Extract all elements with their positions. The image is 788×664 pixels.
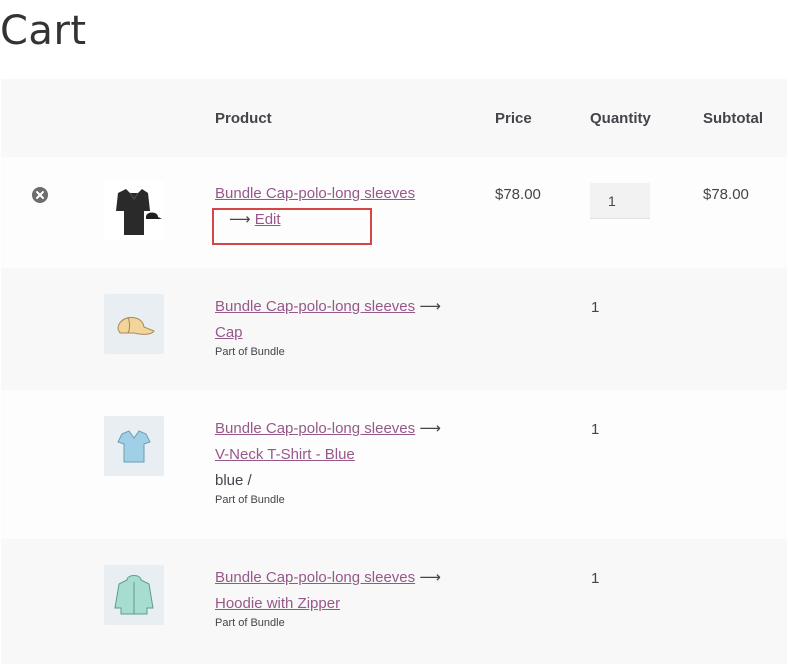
part-of-bundle-label: Part of Bundle (215, 617, 285, 629)
part-of-bundle-label: Part of Bundle (215, 494, 285, 506)
parent-bundle-link[interactable]: Bundle Cap-polo-long sleeves (215, 420, 415, 437)
cap-thumbnail[interactable] (104, 294, 164, 354)
table-row: Bundle Cap-polo-long sleeves ⟶ Cap Part … (1, 268, 787, 390)
cap-product-link[interactable]: Cap (215, 324, 243, 341)
hoodie-product-link[interactable]: Hoodie with Zipper (215, 595, 340, 612)
remove-icon[interactable] (32, 187, 48, 203)
table-row-bundle: Bundle Cap-polo-long sleeves ⟶ Edit $78.… (1, 157, 787, 268)
parent-bundle-link[interactable]: Bundle Cap-polo-long sleeves (215, 298, 415, 315)
child-quantity: 1 (591, 570, 600, 587)
polo-cap-thumbnail[interactable] (104, 181, 164, 241)
cart-table: Product Price Quantity Subtotal Bundle C… (1, 79, 787, 664)
parent-bundle-link[interactable]: Bundle Cap-polo-long sleeves (215, 569, 415, 586)
bundle-price: $78.00 (495, 186, 541, 203)
child-arrow: ⟶ (419, 569, 441, 586)
header-subtotal: Subtotal (703, 110, 763, 127)
child-quantity: 1 (591, 299, 600, 316)
child-quantity: 1 (591, 421, 600, 438)
table-header: Product Price Quantity Subtotal (1, 79, 787, 157)
tshirt-thumbnail[interactable] (104, 416, 164, 476)
quantity-input[interactable] (590, 183, 650, 219)
child-arrow: ⟶ (419, 420, 441, 437)
tshirt-icon (117, 430, 151, 463)
child-arrow: ⟶ (419, 298, 441, 315)
tshirt-product-link[interactable]: V-Neck T-Shirt - Blue (215, 446, 355, 463)
table-row: Bundle Cap-polo-long sleeves ⟶ Hoodie wi… (1, 539, 787, 664)
header-product: Product (215, 110, 272, 127)
header-quantity: Quantity (590, 110, 651, 127)
page-title: Cart (0, 8, 87, 54)
variation-label: blue / (215, 472, 252, 489)
hoodie-icon (114, 575, 154, 615)
table-row: Bundle Cap-polo-long sleeves ⟶ V-Neck T-… (1, 390, 787, 539)
header-price: Price (495, 110, 532, 127)
edit-highlight-box (212, 208, 372, 245)
part-of-bundle-label: Part of Bundle (215, 346, 285, 358)
cap-icon (117, 316, 155, 335)
bundle-product-link[interactable]: Bundle Cap-polo-long sleeves (215, 185, 415, 202)
bundle-subtotal: $78.00 (703, 186, 749, 203)
hoodie-thumbnail[interactable] (104, 565, 164, 625)
polo-shirt-icon (116, 189, 162, 235)
